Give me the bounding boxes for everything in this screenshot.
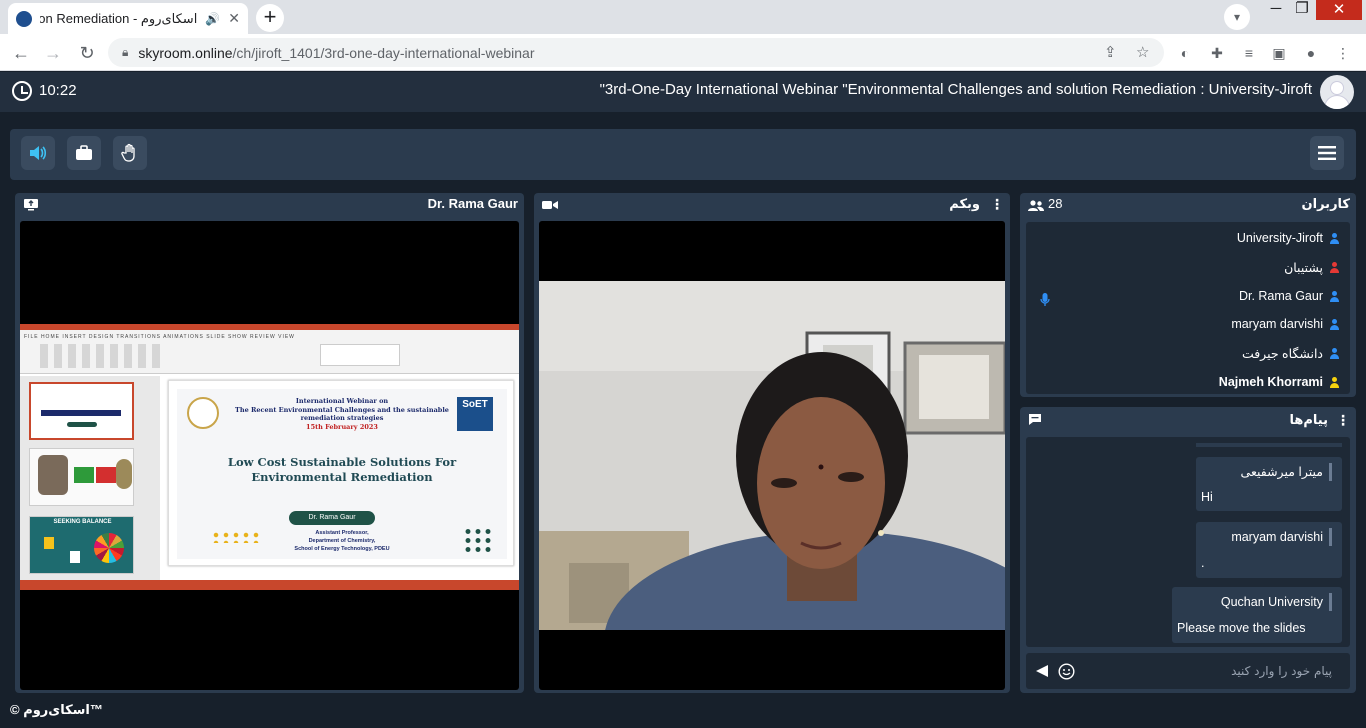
user-icon [1329, 262, 1340, 273]
message-text: . [1201, 556, 1205, 570]
menu-button[interactable] [1310, 136, 1344, 170]
raise-hand-button[interactable] [113, 136, 147, 170]
webcam-feed-image [539, 281, 1005, 630]
briefcase-button[interactable] [67, 136, 101, 170]
slide-thumbnail[interactable] [29, 448, 134, 506]
tab-close-icon[interactable]: ✕ [228, 10, 240, 27]
soet-logo: SoET [457, 397, 493, 431]
forward-icon[interactable]: → [42, 42, 64, 64]
profile-icon[interactable]: ● [1300, 42, 1322, 64]
webcam-title: وبکم [949, 196, 980, 211]
chat-title: پیام‌ها [1289, 412, 1329, 427]
university-emblem-icon [187, 397, 219, 429]
powerpoint-statusbar [20, 580, 519, 590]
slide-presenter-pill: Dr. Rama Gaur [289, 511, 375, 525]
chat-messages: میترا میرشفیعی Hi maryam darvishi . Quch… [1026, 437, 1350, 647]
chat-input[interactable] [1086, 659, 1332, 683]
hand-icon [121, 143, 135, 162]
slide-title: Low Cost Sustainable Solutions For Envir… [227, 455, 457, 484]
message-sender: maryam darvishi [1231, 528, 1332, 546]
clock-icon [12, 81, 32, 101]
sidebar-icon[interactable]: ▣ [1268, 42, 1290, 64]
user-icon [1329, 318, 1340, 330]
new-tab-button[interactable]: + [256, 4, 284, 32]
extension-icon[interactable]: ◐ [1174, 42, 1196, 64]
room-title: "3rd-One-Day International Webinar "Envi… [599, 81, 1312, 98]
user-row[interactable]: دانشگاه جیرفت [1242, 346, 1340, 361]
address-bar[interactable]: 🔒︎ skyroom.online/ch/jiroft_1401/3rd-one… [108, 38, 1164, 67]
close-window-button[interactable]: ✕ [1316, 0, 1362, 20]
user-icon [1329, 290, 1340, 302]
slide-thumbnail[interactable] [29, 382, 134, 440]
back-icon[interactable]: ← [10, 42, 32, 64]
slide-thumbnail[interactable]: SEEKING BALANCE [29, 516, 134, 574]
chat-message: میترا میرشفیعی Hi [1196, 457, 1342, 511]
slide-affiliation: Assistant Professor, Department of Chemi… [294, 530, 390, 552]
url-text[interactable]: skyroom.online/ch/jiroft_1401/3rd-one-da… [138, 45, 534, 61]
tab-title: اسکای‌روم - lution Remediation [40, 10, 198, 26]
users-list: University-Jiroft پشتیبان Dr. Rama Gaur … [1026, 222, 1350, 394]
user-row[interactable]: Dr. Rama Gaur [1239, 289, 1340, 303]
users-title: کاربران [1301, 196, 1350, 211]
browser-toolbar: ← → ↻ 🔒︎ skyroom.online/ch/jiroft_1401/3… [0, 34, 1366, 71]
user-icon [1329, 376, 1340, 388]
user-icon [1329, 348, 1340, 359]
decorative-dots [463, 527, 493, 555]
presenter-name: Dr. Rama Gaur [427, 196, 518, 211]
screen-share-icon [23, 198, 39, 212]
lock-icon[interactable]: 🔒︎ [122, 45, 128, 60]
room-toolbar [10, 129, 1356, 180]
bookmark-star-icon[interactable]: ☆ [1136, 43, 1149, 61]
user-icon [1329, 232, 1340, 244]
video-camera-icon [542, 198, 558, 210]
shared-slide: FILE HOME INSERT DESIGN TRANSITIONS ANIM… [20, 324, 519, 590]
user-row[interactable]: University-Jiroft [1237, 231, 1340, 245]
message-text: Hi [1201, 490, 1213, 504]
user-row[interactable]: Najmeh Khorrami [1219, 375, 1340, 389]
restore-button[interactable]: ❐ [1290, 0, 1314, 30]
emoji-icon[interactable] [1058, 663, 1075, 680]
browser-tab[interactable]: اسکای‌روم - lution Remediation 🔊 ✕ [8, 3, 248, 34]
decorative-dots [211, 531, 261, 543]
media-control-icon[interactable]: ≡ [1238, 42, 1260, 64]
message-sender: میترا میرشفیعی [1241, 463, 1332, 481]
message-text: Please move the slides [1177, 621, 1306, 635]
slide-thumbnails: SEEKING BALANCE [20, 376, 160, 580]
powerpoint-ribbon: FILE HOME INSERT DESIGN TRANSITIONS ANIM… [20, 324, 519, 374]
share-icon[interactable]: ⇪ [1104, 43, 1117, 61]
footer-brand: © اسکای‌روم™ [10, 702, 103, 717]
speaker-icon [30, 146, 47, 160]
slide-intro: International Webinar on The Recent Envi… [235, 397, 449, 431]
skyroom-favicon-icon [16, 10, 32, 27]
microphone-icon [1040, 293, 1050, 307]
chat-input-bar [1026, 653, 1350, 689]
user-row[interactable]: پشتیبان [1284, 260, 1340, 275]
user-row[interactable]: maryam darvishi [1231, 317, 1340, 331]
webcam-video [539, 281, 1005, 630]
chat-message: maryam darvishi . [1196, 522, 1342, 578]
users-count: 28 [1048, 196, 1063, 211]
send-icon[interactable] [1034, 663, 1050, 679]
minimize-button[interactable]: ─ [1262, 0, 1290, 30]
chat-more-icon[interactable]: ⋮ [1336, 412, 1350, 428]
puzzle-icon[interactable]: ✚ [1206, 42, 1228, 64]
current-slide: International Webinar on The Recent Envi… [168, 380, 514, 566]
message-sender: Quchan University [1221, 593, 1332, 611]
webcam-more-icon[interactable]: ⋮ [990, 196, 1004, 212]
briefcase-icon [76, 145, 92, 160]
users-group-icon [1028, 199, 1044, 211]
browser-menu-icon[interactable]: ⋮ [1332, 42, 1354, 64]
chat-bubble-icon [1028, 413, 1042, 426]
session-time: 10:22 [39, 82, 77, 99]
reload-icon[interactable]: ↻ [76, 42, 98, 64]
tab-audio-icon[interactable]: 🔊 [205, 12, 220, 26]
tab-search-icon[interactable]: ▾ [1224, 4, 1250, 30]
chat-message: Quchan University Please move the slides [1172, 587, 1342, 643]
speaker-button[interactable] [21, 136, 55, 170]
hamburger-menu-icon [1318, 146, 1336, 160]
user-avatar[interactable] [1320, 75, 1354, 109]
